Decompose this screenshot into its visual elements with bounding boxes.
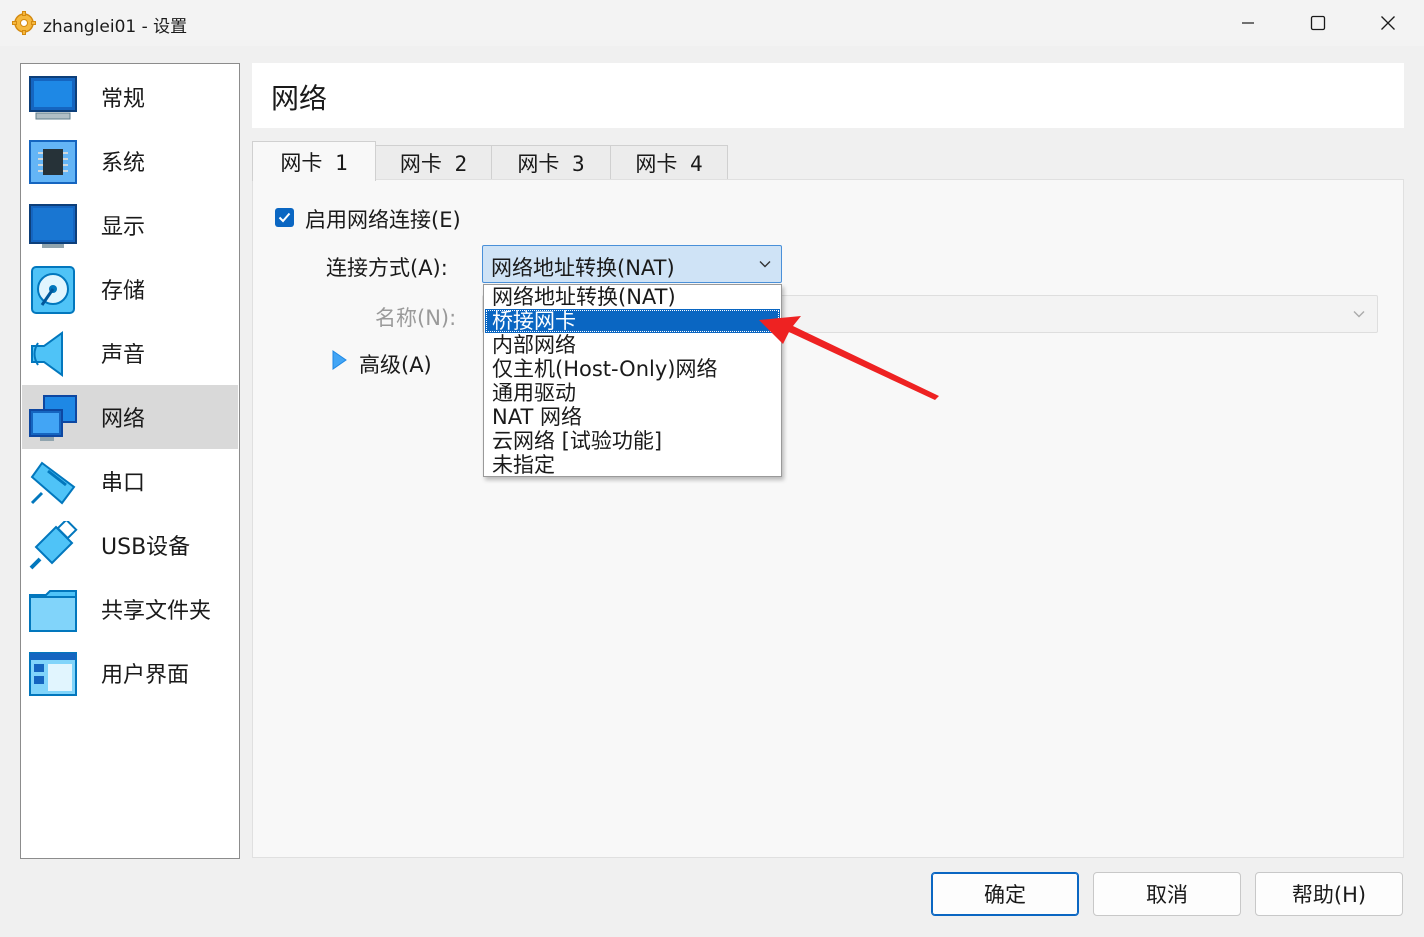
close-icon <box>1381 16 1395 30</box>
sidebar-item-storage[interactable]: 存储 <box>22 257 238 321</box>
sidebar-item-label: 声音 <box>101 343 146 368</box>
maximize-icon <box>1310 15 1326 31</box>
sidebar-item-display[interactable]: 显示 <box>22 193 238 257</box>
chip-icon <box>29 140 77 184</box>
sidebar-item-label: 常规 <box>101 87 146 112</box>
title-bar: zhanglei01 - 设置 <box>0 0 1424 46</box>
settings-sidebar: 常规 系统 显示 存储 声音 网络 串口 USB设备 共享文件夹 用户界面 <box>20 63 240 859</box>
chevron-down-icon <box>759 261 771 268</box>
option-nat-network[interactable]: NAT 网络 <box>485 405 780 429</box>
attached-to-value: 网络地址转换(NAT) <box>491 256 675 280</box>
chevron-down-icon <box>1353 311 1365 318</box>
ok-button[interactable]: 确定 <box>931 872 1079 916</box>
annotation-arrow-icon <box>759 316 939 400</box>
tab-adapter-4[interactable]: 网卡 4 <box>610 145 728 180</box>
disk-icon <box>31 266 75 314</box>
enable-network-label[interactable]: 启用网络连接(E) <box>305 204 461 234</box>
tab-adapter-3[interactable]: 网卡 3 <box>491 145 611 180</box>
sidebar-item-label: 网络 <box>101 407 146 432</box>
attached-to-label: 连接方式(A): <box>326 256 448 280</box>
option-generic-driver[interactable]: 通用驱动 <box>485 381 780 405</box>
gear-icon <box>12 11 36 35</box>
checkmark-icon <box>278 212 291 223</box>
enable-network-checkbox[interactable] <box>275 208 294 227</box>
sidebar-item-system[interactable]: 系统 <box>22 129 238 193</box>
sidebar-item-serial[interactable]: 串口 <box>22 449 238 513</box>
tab-adapter-2[interactable]: 网卡 2 <box>375 145 492 180</box>
sidebar-item-label: 存储 <box>101 279 146 304</box>
page-header: 网络 <box>252 63 1404 128</box>
attached-to-dropdown: 网络地址转换(NAT) 桥接网卡 内部网络 仅主机(Host-Only)网络 通… <box>483 284 782 477</box>
sidebar-item-label: 用户界面 <box>101 663 190 688</box>
minimize-icon <box>1242 22 1254 24</box>
advanced-toggle[interactable]: 高级(A) <box>359 349 432 379</box>
display-icon <box>29 204 77 248</box>
option-internal-network[interactable]: 内部网络 <box>485 333 780 357</box>
speaker-icon <box>31 331 63 377</box>
minimize-button[interactable] <box>1213 0 1283 46</box>
sidebar-item-label: 系统 <box>101 151 146 176</box>
usb-icon <box>29 521 78 570</box>
sidebar-item-general[interactable]: 常规 <box>22 65 238 129</box>
expand-arrow-icon[interactable] <box>331 350 347 370</box>
tab-adapter-1[interactable]: 网卡 1 <box>252 141 376 181</box>
sidebar-item-usb[interactable]: USB设备 <box>22 513 238 577</box>
adapter-name-label: 名称(N): <box>375 306 457 330</box>
maximize-button[interactable] <box>1283 0 1353 46</box>
option-bridged-adapter[interactable]: 桥接网卡 <box>485 309 780 333</box>
window-title: zhanglei01 - 设置 <box>43 17 188 37</box>
option-host-only[interactable]: 仅主机(Host-Only)网络 <box>485 357 780 381</box>
sidebar-item-audio[interactable]: 声音 <box>22 321 238 385</box>
serial-port-icon <box>30 461 76 505</box>
sidebar-item-label: 显示 <box>101 215 146 240</box>
close-button[interactable] <box>1353 0 1423 46</box>
monitor-icon <box>29 76 77 120</box>
sidebar-item-user-interface[interactable]: 用户界面 <box>22 641 238 705</box>
page-title: 网络 <box>271 82 328 115</box>
sidebar-item-label: 共享文件夹 <box>101 599 212 624</box>
folder-icon <box>29 590 77 632</box>
sidebar-item-label: 串口 <box>101 471 146 496</box>
sidebar-item-shared-folders[interactable]: 共享文件夹 <box>22 577 238 641</box>
help-button[interactable]: 帮助(H) <box>1255 872 1403 916</box>
attached-to-select[interactable]: 网络地址转换(NAT) <box>482 245 782 283</box>
network-icon <box>29 395 77 441</box>
sidebar-item-label: USB设备 <box>101 535 191 560</box>
option-cloud-network[interactable]: 云网络 [试验功能] <box>485 429 780 453</box>
sidebar-item-network[interactable]: 网络 <box>22 385 238 449</box>
option-nat[interactable]: 网络地址转换(NAT) <box>485 285 780 309</box>
cancel-button[interactable]: 取消 <box>1093 872 1241 916</box>
user-interface-icon <box>29 652 77 696</box>
option-not-attached[interactable]: 未指定 <box>485 453 780 477</box>
